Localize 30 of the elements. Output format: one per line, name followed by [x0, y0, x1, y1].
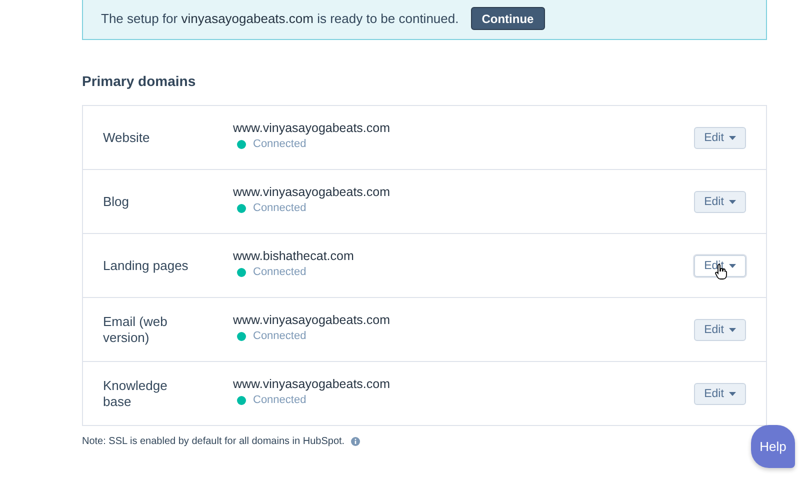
caret-icon: [728, 328, 736, 332]
caret-icon: [728, 200, 736, 204]
domain-name: www.vinyasayogabeats.com: [233, 313, 392, 327]
edit-button[interactable]: Edit: [694, 190, 746, 212]
status-text: Connected: [253, 330, 306, 342]
domain-name: www.vinyasayogabeats.com: [233, 121, 392, 135]
domain-type-label: Blog: [103, 194, 130, 210]
domain-name: www.vinyasayogabeats.com: [233, 185, 392, 199]
domain-type-label: Knowledge base: [103, 378, 168, 410]
banner-message: The setup for vinyasayogabeats.com is ready to be continued.: [101, 11, 459, 26]
continue-button[interactable]: Continue: [470, 7, 545, 30]
caret-icon: [728, 392, 736, 396]
domain-name: www.bishathecat.com: [233, 249, 355, 263]
edit-button[interactable]: Edit: [694, 318, 746, 340]
caret-icon: [728, 264, 736, 268]
domain-type-label: Email (web version): [103, 314, 168, 346]
domain-type-label: Landing pages: [103, 258, 190, 274]
domain-type-label: Website: [103, 130, 151, 146]
edit-button[interactable]: Edit: [694, 382, 746, 404]
edit-button[interactable]: Edit: [694, 126, 746, 148]
domain-name: www.vinyasayogabeats.com: [233, 377, 392, 391]
help-button[interactable]: Help: [751, 425, 795, 468]
status-text: Connected: [253, 202, 306, 214]
info-icon[interactable]: [350, 437, 360, 446]
ssl-note: Note: SSL is enabled by default for all domains in HubSpot.: [82, 436, 345, 447]
section-title: Primary domains: [82, 73, 197, 89]
status-text: Connected: [253, 266, 306, 278]
status-text: Connected: [253, 394, 306, 406]
caret-icon: [728, 136, 736, 140]
status-text: Connected: [253, 138, 306, 150]
